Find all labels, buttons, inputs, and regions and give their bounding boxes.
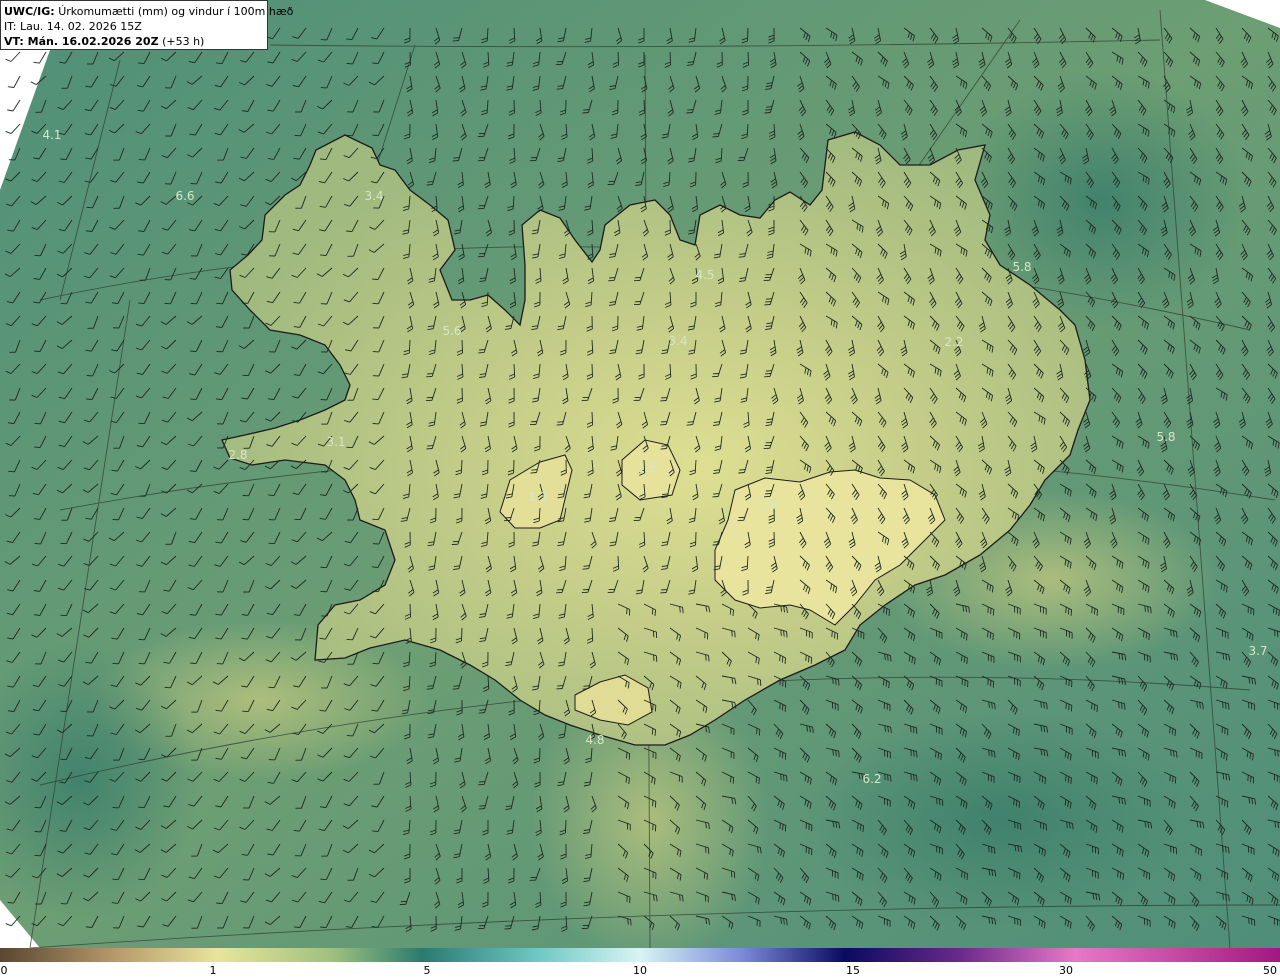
value-label-langjokull: 1.3 [528,490,547,504]
value-label-west-tip: 2.8 [228,448,247,462]
value-label-south-coast: 4.8 [585,733,604,747]
value-label-se-sea: 3.7 [1248,644,1267,658]
cb-tick: 30 [1059,964,1073,977]
colorbar-gradient [0,948,1280,962]
value-label-north-central: 3.4 [668,334,687,348]
forecast-map: 4.1 6.6 3.4 5.6 4.5 3.4 2.2 5.8 5.8 3.1 2.8 1.3 1.5 1… [0,0,1280,948]
colorbar [0,948,1280,962]
value-label-north: 4.5 [695,268,714,282]
value-label-vatnajokull: 1.0 [757,498,776,512]
value-label-north-west: 5.6 [442,324,461,338]
cb-tick: 50 [1263,964,1277,977]
value-label-westfjords: 3.4 [364,189,383,203]
value-label-south-sea: 6.2 [862,772,881,786]
value-label-hofsjokull: 1.5 [637,461,656,475]
model-label: UWC/IG: [4,5,55,18]
valid-time-row: VT: Mán. 16.02.2026 20Z (+53 h) [4,34,264,49]
cb-tick: 0 [0,964,8,977]
value-label-east-fjords: 2.2 [944,335,963,349]
value-label-snaefellsnes: 3.1 [326,435,345,449]
value-label-east-sea: 5.8 [1156,430,1175,444]
value-label-nw-sea-1: 4.1 [42,128,61,142]
cb-tick: 10 [633,964,647,977]
initial-time: IT: Lau. 14. 02. 2026 15Z [4,20,142,33]
forecast-info-box: UWC/IG: Úrkomumætti (mm) og vindur í 100… [0,0,293,50]
lead-time: (+53 h) [162,35,205,48]
cb-tick: 15 [846,964,860,977]
valid-time: VT: Mán. 16.02.2026 20Z [4,35,159,48]
product-title: Úrkomumætti (mm) og vindur í 100m hæð [58,5,294,18]
cb-tick: 5 [423,964,431,977]
cb-tick: 1 [209,964,217,977]
colorbar-labels: 0 1 5 10 15 30 50 [0,962,1280,978]
title-row: UWC/IG: Úrkomumætti (mm) og vindur í 100… [4,4,293,19]
value-label-nw-sea-2: 6.6 [175,189,194,203]
value-label-ne-coast: 5.8 [1012,260,1031,274]
